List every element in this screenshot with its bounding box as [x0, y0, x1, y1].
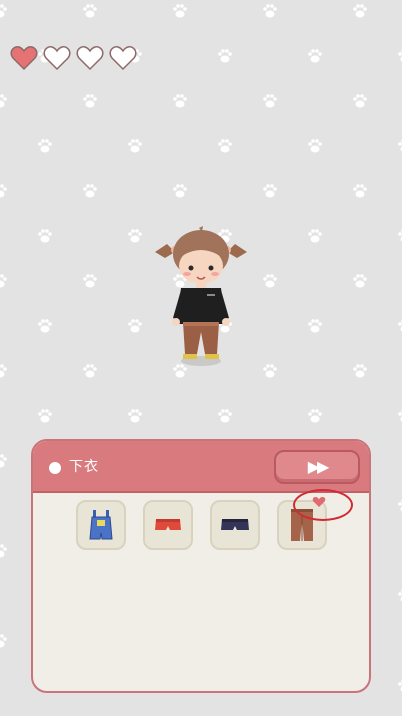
navy-shorts-icon [221, 519, 249, 530]
paw-icon [0, 94, 7, 108]
red-shorts-icon [155, 519, 181, 530]
brown-pants-icon [291, 509, 313, 541]
paw-icon [398, 409, 402, 422]
panel-header: 下衣 ▶▶ [33, 441, 369, 493]
paw-icon [83, 4, 97, 18]
paw-icon [263, 184, 277, 198]
paw-icon [128, 319, 142, 333]
paw-icon [398, 319, 402, 332]
paw-icon [173, 94, 187, 108]
paw-icon [38, 409, 52, 423]
heart-empty-icon [109, 46, 137, 71]
paw-icon [218, 49, 232, 63]
item-slot-blue-overalls[interactable] [76, 500, 126, 550]
heart-empty-icon [43, 46, 71, 71]
lives-hearts [10, 45, 137, 71]
player-character [155, 226, 247, 366]
item-slot-red-shorts[interactable] [143, 500, 193, 550]
item-slot-navy-shorts[interactable] [210, 500, 260, 550]
paw-icon [0, 4, 7, 18]
paw-icon [128, 139, 142, 153]
paw-icon [263, 4, 277, 18]
paw-icon [0, 634, 7, 648]
paw-icon [398, 589, 402, 602]
next-category-button[interactable]: ▶▶ [274, 450, 360, 484]
paw-icon [38, 229, 52, 243]
blue-overalls-icon [89, 510, 113, 540]
paw-icon [263, 364, 277, 378]
paw-icon [173, 4, 187, 18]
paw-icon [263, 274, 277, 288]
paw-icon [398, 679, 402, 692]
paw-icon [0, 544, 7, 558]
paw-icon [0, 454, 7, 468]
paw-icon [128, 229, 142, 243]
paw-icon [0, 274, 7, 288]
paw-icon [353, 4, 367, 18]
heart-empty-icon [76, 46, 104, 71]
paw-icon [398, 139, 402, 152]
paw-icon [353, 364, 367, 378]
paw-icon [353, 184, 367, 198]
category-title: 下衣 [69, 459, 99, 475]
wardrobe-panel: 下衣 ▶▶ [31, 439, 371, 693]
paw-icon [0, 184, 7, 198]
item-slot-brown-pants[interactable] [277, 497, 327, 550]
paw-icon [83, 364, 97, 378]
paw-icon [308, 229, 322, 243]
paw-icon [308, 409, 322, 423]
paw-icon [398, 49, 402, 62]
paw-icon [263, 94, 277, 108]
paw-icon [83, 274, 97, 288]
paw-icon [173, 184, 187, 198]
paw-icon [38, 319, 52, 333]
favorite-heart-icon [312, 497, 326, 507]
paw-icon [398, 499, 402, 512]
bullet-icon [49, 462, 61, 474]
paw-icon [218, 139, 232, 153]
paw-icon [353, 274, 367, 288]
paw-icon [353, 94, 367, 108]
paw-icon [218, 409, 232, 423]
paw-icon [128, 409, 142, 423]
heart-full-icon [10, 46, 38, 71]
paw-icon [38, 139, 52, 153]
paw-icon [308, 139, 322, 153]
paw-icon [0, 364, 7, 378]
paw-icon [83, 94, 97, 108]
paw-icon [398, 229, 402, 242]
paw-icon [83, 184, 97, 198]
item-slots [76, 497, 327, 550]
paw-icon [308, 49, 322, 63]
paw-icon [308, 319, 322, 333]
